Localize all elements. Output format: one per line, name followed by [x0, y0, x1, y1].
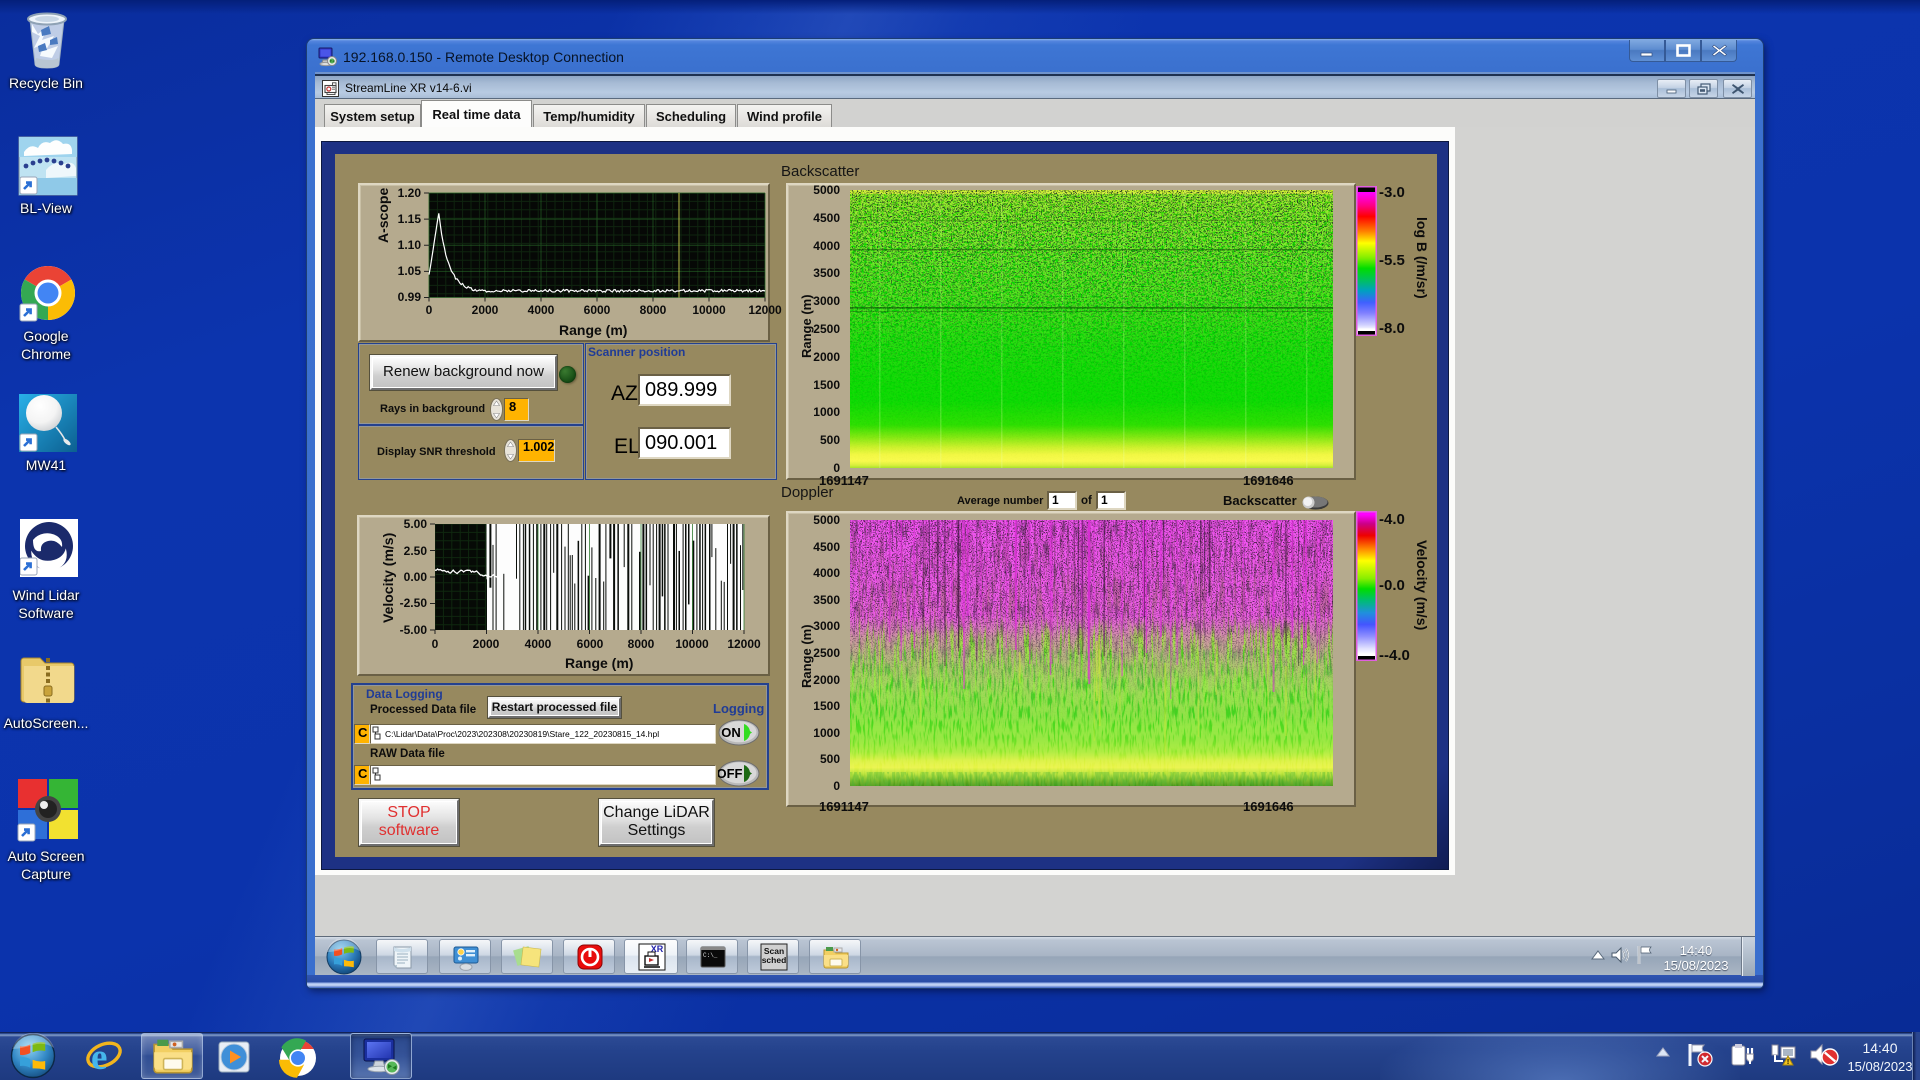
svg-text:e: e: [91, 1038, 107, 1076]
svg-text:!: !: [1787, 1059, 1789, 1066]
svg-text:C:\_: C:\_: [703, 952, 718, 959]
svg-text:sched: sched: [762, 955, 787, 965]
svg-text:OFF: OFF: [718, 766, 743, 781]
svg-text:ON: ON: [721, 725, 741, 740]
